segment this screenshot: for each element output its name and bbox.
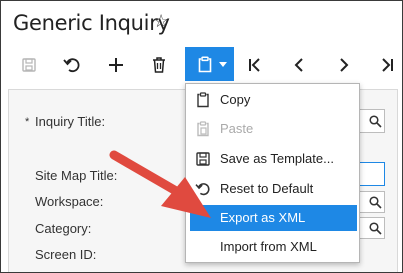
- delete-button[interactable]: [145, 49, 173, 81]
- category-label: Category:: [35, 221, 92, 236]
- save-template-icon: [195, 151, 211, 167]
- menu-item-label: Reset to Default: [220, 181, 314, 196]
- menu-item-export-as-xml[interactable]: Export as XML: [190, 205, 357, 231]
- previous-record-button[interactable]: [285, 49, 313, 81]
- menu-item-label: Paste: [220, 121, 254, 136]
- paste-icon: [195, 121, 211, 137]
- menu-item-label: Import from XML: [220, 239, 317, 254]
- chevron-down-icon: [219, 62, 227, 67]
- undo-icon: [63, 58, 80, 73]
- last-record-button[interactable]: [373, 49, 401, 81]
- app-window: Generic Inquiry ☆ * Inquiry Title: Site …: [0, 0, 403, 273]
- clipboard-icon: [198, 56, 212, 73]
- menu-item-import-from-xml[interactable]: Import from XML: [190, 234, 357, 260]
- first-record-icon: [249, 58, 260, 72]
- menu-item-label: Copy: [220, 92, 251, 107]
- inquiry-title-label: Inquiry Title:: [35, 114, 106, 129]
- save-icon: [22, 58, 36, 72]
- previous-record-icon: [294, 58, 303, 72]
- save-button[interactable]: [15, 49, 43, 81]
- add-icon: [109, 58, 123, 72]
- copy-icon: [195, 92, 211, 108]
- undo-button[interactable]: [58, 49, 86, 81]
- clipboard-menu-button[interactable]: [185, 47, 234, 81]
- search-icon[interactable]: [365, 192, 385, 212]
- required-marker: *: [25, 116, 30, 128]
- favorite-star-icon[interactable]: ☆: [153, 11, 169, 32]
- add-button[interactable]: [102, 49, 130, 81]
- site-map-title-label: Site Map Title:: [35, 168, 118, 183]
- reset-icon: [195, 181, 211, 197]
- workspace-label: Workspace:: [35, 194, 104, 209]
- last-record-icon: [382, 58, 393, 72]
- search-icon[interactable]: [365, 111, 385, 131]
- menu-item-label: Save as Template...: [220, 151, 334, 166]
- delete-icon: [153, 57, 165, 73]
- first-record-button[interactable]: [241, 49, 269, 81]
- next-record-icon: [340, 58, 349, 72]
- clipboard-dropdown-menu: Copy Paste Save as Template... Reset to …: [185, 83, 360, 263]
- menu-item-save-as-template[interactable]: Save as Template...: [190, 146, 357, 172]
- page-title: Generic Inquiry: [13, 11, 170, 35]
- next-record-button[interactable]: [330, 49, 358, 81]
- screen-id-label: Screen ID:: [35, 247, 97, 262]
- menu-item-reset-to-default[interactable]: Reset to Default: [190, 176, 357, 202]
- menu-item-paste[interactable]: Paste: [190, 116, 357, 142]
- menu-item-copy[interactable]: Copy: [190, 87, 357, 113]
- search-icon[interactable]: [365, 218, 385, 238]
- menu-item-label: Export as XML: [220, 210, 306, 225]
